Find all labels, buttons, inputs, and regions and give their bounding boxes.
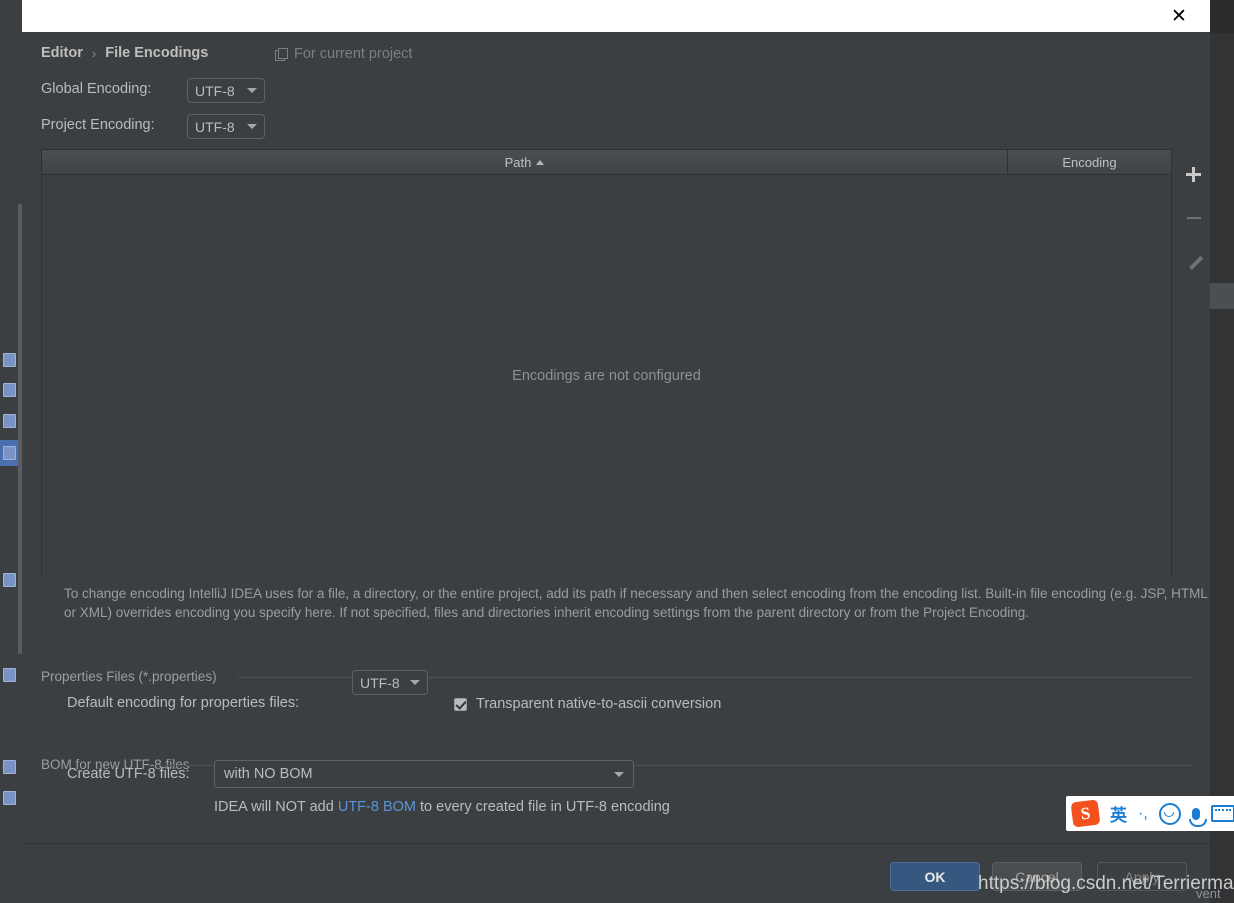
ok-button[interactable]: OK bbox=[890, 862, 980, 891]
ime-language-toggle[interactable]: 英 bbox=[1110, 801, 1127, 826]
ide-background-right bbox=[1210, 33, 1234, 283]
scope-label: For current project bbox=[294, 46, 413, 62]
bom-note-link[interactable]: UTF-8 BOM bbox=[338, 799, 416, 815]
ide-background-right bbox=[1210, 283, 1234, 309]
smiley-icon[interactable] bbox=[1158, 802, 1181, 825]
project-file-icon[interactable] bbox=[3, 414, 16, 428]
properties-encoding-value: UTF-8 bbox=[360, 674, 400, 691]
create-utf8-select[interactable]: with NO BOM bbox=[214, 760, 634, 788]
project-encoding-select[interactable]: UTF-8 bbox=[187, 114, 265, 139]
bom-note: IDEA will NOT add UTF-8 BOM to every cre… bbox=[214, 799, 670, 815]
scope-indicator: For current project bbox=[275, 46, 412, 62]
edit-button[interactable] bbox=[1181, 249, 1207, 275]
project-file-icon[interactable] bbox=[3, 353, 16, 367]
microphone-icon[interactable] bbox=[1188, 807, 1207, 827]
global-encoding-select[interactable]: UTF-8 bbox=[187, 78, 265, 103]
chevron-down-icon bbox=[247, 88, 257, 93]
ime-toolbar[interactable]: S 英 ·, bbox=[1066, 796, 1234, 831]
bom-note-prefix: IDEA will NOT add bbox=[214, 799, 338, 815]
project-file-icon[interactable] bbox=[3, 760, 16, 774]
checkbox-icon bbox=[454, 697, 467, 711]
sogou-logo-icon[interactable]: S bbox=[1070, 799, 1101, 828]
project-file-icon[interactable] bbox=[3, 668, 16, 682]
table-header: Path Encoding bbox=[42, 150, 1171, 175]
settings-dialog: Editor › File Encodings For current proj… bbox=[22, 32, 1234, 903]
column-header-path[interactable]: Path bbox=[42, 150, 1008, 174]
help-text: To change encoding IntelliJ IDEA uses fo… bbox=[64, 586, 1208, 620]
column-header-path-label: Path bbox=[504, 154, 532, 170]
properties-encoding-select[interactable]: UTF-8 bbox=[352, 670, 428, 695]
watermark-tail: vent bbox=[1196, 886, 1221, 901]
plus-icon bbox=[1186, 166, 1201, 182]
native-to-ascii-label: Transparent native-to-ascii conversion bbox=[476, 696, 722, 712]
table-toolbar bbox=[1177, 149, 1210, 275]
breadcrumb-parent[interactable]: Editor bbox=[41, 45, 83, 61]
chevron-down-icon bbox=[614, 771, 624, 777]
project-encoding-value: UTF-8 bbox=[195, 118, 235, 135]
column-header-encoding[interactable]: Encoding bbox=[1008, 150, 1171, 174]
project-file-icon[interactable] bbox=[3, 573, 16, 587]
properties-section-header: Properties Files (*.properties) bbox=[41, 669, 1193, 684]
dialog-title-bar: ✕ bbox=[22, 0, 1210, 32]
copy-icon bbox=[275, 48, 288, 61]
project-file-icon[interactable] bbox=[3, 791, 16, 805]
table-body[interactable]: Encodings are not configured bbox=[42, 175, 1171, 576]
remove-button[interactable] bbox=[1181, 205, 1207, 231]
minus-icon bbox=[1186, 216, 1201, 220]
properties-encoding-label: Default encoding for properties files: bbox=[67, 695, 300, 711]
chevron-down-icon bbox=[247, 124, 257, 129]
sort-ascending-icon bbox=[536, 159, 545, 165]
global-encoding-value: UTF-8 bbox=[195, 82, 235, 99]
ide-background-right bbox=[1210, 0, 1234, 33]
empty-state-message: Encodings are not configured bbox=[512, 367, 701, 384]
breadcrumb: Editor › File Encodings bbox=[41, 45, 208, 61]
dialog-content: Editor › File Encodings For current proj… bbox=[22, 32, 1234, 843]
breadcrumb-current: File Encodings bbox=[105, 45, 209, 61]
project-encoding-label: Project Encoding: bbox=[41, 117, 155, 133]
pencil-icon bbox=[1186, 254, 1202, 270]
column-header-encoding-label: Encoding bbox=[1062, 154, 1117, 170]
screen: ✕ Editor › File Encodings For current pr… bbox=[0, 0, 1234, 903]
create-utf8-value: with NO BOM bbox=[224, 766, 313, 782]
keyboard-icon[interactable] bbox=[1210, 805, 1234, 822]
create-utf8-label: Create UTF-8 files: bbox=[67, 766, 190, 782]
add-button[interactable] bbox=[1181, 161, 1207, 187]
properties-section-title: Properties Files (*.properties) bbox=[41, 669, 225, 684]
global-encoding-label: Global Encoding: bbox=[41, 81, 152, 97]
close-icon[interactable]: ✕ bbox=[1158, 0, 1200, 32]
chevron-down-icon bbox=[410, 680, 420, 685]
breadcrumb-separator: › bbox=[91, 45, 97, 61]
project-file-icon[interactable] bbox=[3, 383, 16, 397]
encodings-table: Path Encoding Encodings are not configur… bbox=[41, 149, 1172, 576]
native-to-ascii-checkbox[interactable]: Transparent native-to-ascii conversion bbox=[454, 696, 721, 712]
ime-punctuation-toggle[interactable]: ·, bbox=[1138, 805, 1148, 823]
project-file-icon[interactable] bbox=[3, 446, 16, 460]
bom-note-suffix: to every created file in UTF-8 encoding bbox=[415, 799, 670, 815]
